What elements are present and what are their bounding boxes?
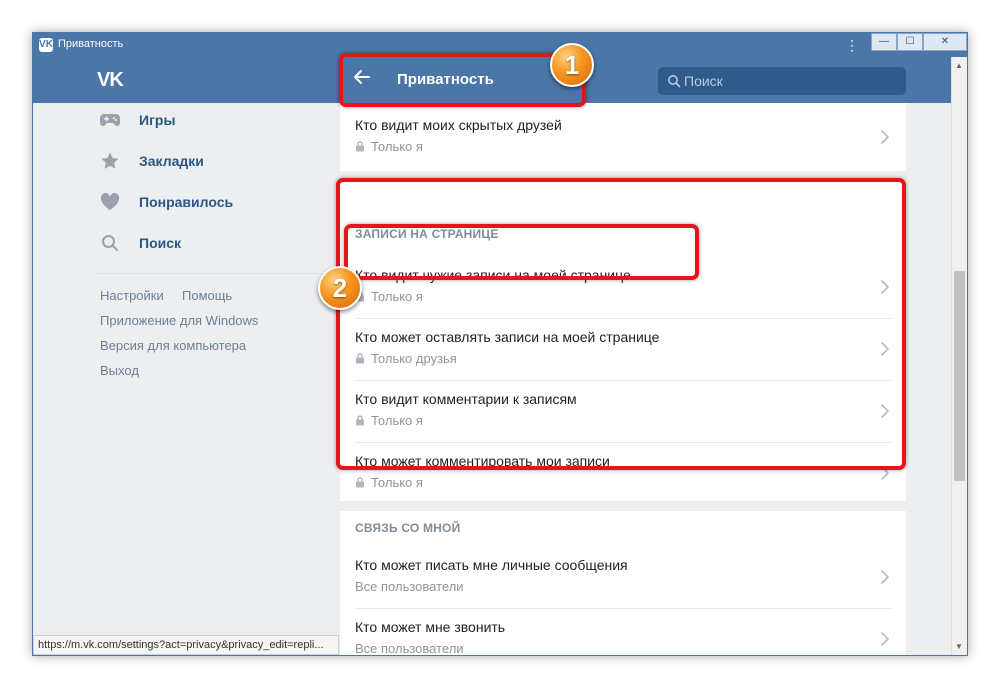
window-title: Приватность: [58, 38, 124, 50]
chevron-right-icon: [881, 280, 889, 294]
back-arrow-icon[interactable]: [353, 68, 373, 90]
row-title: Кто может мне звонить: [355, 619, 506, 635]
annotation-badge-2: 2: [318, 266, 362, 310]
row-value: Все пользователи: [355, 641, 464, 656]
desktop-version-link[interactable]: Версия для компьютера: [100, 338, 246, 353]
close-button[interactable]: ✕: [923, 33, 967, 51]
title-bar: VK Приватность ⋮ — ☐ ✕: [33, 33, 967, 57]
sidebar-item-label: Игры: [139, 112, 176, 128]
search-icon: [99, 232, 121, 254]
scrollbar-thumb[interactable]: [954, 271, 965, 481]
status-url: https://m.vk.com/settings?act=privacy&pr…: [33, 635, 339, 655]
row-value: Только я: [355, 139, 423, 154]
sidebar-item-label: Закладки: [139, 153, 204, 169]
sidebar-item-label: Поиск: [139, 235, 182, 251]
chevron-right-icon: [881, 466, 889, 480]
section-heading: Связь со мной: [355, 521, 461, 535]
privacy-row-see-comments[interactable]: Кто видит комментарии к записям Только я: [340, 381, 906, 443]
row-value: Все пользователи: [355, 579, 464, 594]
settings-link[interactable]: Настройки: [100, 288, 164, 303]
chevron-right-icon: [881, 130, 889, 144]
row-value: Только я: [355, 475, 423, 490]
row-title: Кто может писать мне личные сообщения: [355, 557, 628, 573]
privacy-row-who-can-post[interactable]: Кто может оставлять записи на моей стран…: [340, 319, 906, 381]
scroll-up-icon[interactable]: ▲: [955, 61, 963, 70]
maximize-button[interactable]: ☐: [897, 33, 923, 51]
row-title: Кто видит комментарии к записям: [355, 391, 577, 407]
privacy-row-others-posts[interactable]: Кто видит чужие записи на моей странице …: [340, 257, 906, 319]
search-icon: [668, 75, 681, 88]
app-header: VK Приватность: [33, 57, 967, 103]
privacy-row-can-comment[interactable]: Кто может комментировать мои записи Толь…: [340, 443, 906, 505]
chevron-right-icon: [881, 342, 889, 356]
chevron-right-icon: [881, 404, 889, 418]
vk-logo[interactable]: VK: [97, 69, 124, 92]
annotation-badge-1: 1: [550, 43, 594, 87]
sidebar-item-search[interactable]: Поиск: [99, 228, 319, 258]
row-title: Кто видит чужие записи на моей странице: [355, 267, 631, 283]
row-value-text: Только я: [371, 289, 423, 304]
row-value-text: Только я: [371, 139, 423, 154]
row-value-text: Только я: [371, 475, 423, 490]
row-value: Только я: [355, 289, 423, 304]
privacy-row-hidden-friends[interactable]: Кто видит моих скрытых друзей Только я: [340, 107, 906, 169]
row-value-text: Только друзья: [371, 351, 457, 366]
logout-link[interactable]: Выход: [100, 363, 139, 378]
heart-icon: [99, 191, 121, 213]
lock-icon: [356, 415, 364, 426]
sidebar-item-liked[interactable]: Понравилось: [99, 187, 319, 217]
row-title: Кто может комментировать мои записи: [355, 453, 610, 469]
chevron-right-icon: [881, 570, 889, 584]
row-value: Только друзья: [355, 351, 457, 366]
sidebar-item-bookmarks[interactable]: Закладки: [99, 146, 319, 176]
page-title: Приватность: [397, 71, 494, 88]
row-title: Кто видит моих скрытых друзей: [355, 117, 562, 133]
search-box[interactable]: [658, 67, 906, 95]
minimize-button[interactable]: —: [871, 33, 897, 51]
gamepad-icon: [99, 109, 121, 131]
vertical-scrollbar[interactable]: ▲ ▼: [951, 57, 967, 655]
privacy-card-friends: Кто видит моих скрытых друзей Только я: [340, 103, 906, 171]
sidebar: Игры Закладки Понравилось Поиск Настройк…: [33, 103, 333, 655]
row-value: Только я: [355, 413, 423, 428]
window-controls: — ☐ ✕: [871, 33, 967, 53]
sidebar-divider: [97, 273, 325, 274]
section-heading: Записи на странице: [355, 227, 499, 241]
row-value-text: Все пользователи: [355, 579, 464, 594]
lock-icon: [356, 477, 364, 488]
row-title: Кто может оставлять записи на моей стран…: [355, 329, 660, 345]
sidebar-item-label: Понравилось: [139, 194, 234, 210]
app-window: VK Приватность ⋮ — ☐ ✕ VK Приватность Иг…: [32, 32, 968, 656]
chevron-right-icon: [881, 632, 889, 646]
more-vertical-icon[interactable]: ⋮: [845, 37, 859, 53]
row-value-text: Только я: [371, 413, 423, 428]
sidebar-item-games[interactable]: Игры: [99, 105, 319, 135]
search-input[interactable]: [684, 67, 894, 95]
windows-app-link[interactable]: Приложение для Windows: [100, 313, 258, 328]
star-icon: [99, 150, 121, 172]
lock-icon: [356, 141, 364, 152]
lock-icon: [356, 353, 364, 364]
privacy-row-calls[interactable]: Кто может мне звонить Все пользователи: [340, 609, 906, 656]
help-link[interactable]: Помощь: [182, 288, 232, 303]
row-value-text: Все пользователи: [355, 641, 464, 656]
privacy-row-messages[interactable]: Кто может писать мне личные сообщения Вс…: [340, 547, 906, 609]
scroll-down-icon[interactable]: ▼: [955, 642, 963, 651]
privacy-settings: Кто видит моих скрытых друзей Только я З…: [340, 103, 906, 656]
vk-app-icon: VK: [39, 38, 53, 52]
